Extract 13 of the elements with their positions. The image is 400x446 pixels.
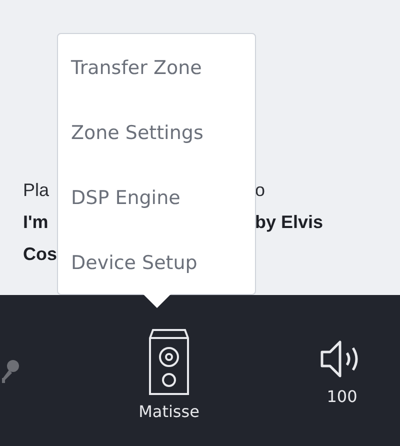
zone-name: Matisse bbox=[138, 402, 200, 421]
menu-item[interactable]: DSP Engine bbox=[58, 184, 255, 249]
menu-item[interactable]: Transfer Zone bbox=[58, 54, 255, 119]
menu-item[interactable]: Device Setup bbox=[58, 249, 255, 314]
track-title-text: I'm bbox=[23, 212, 48, 232]
playing-label: o bbox=[255, 180, 266, 200]
microphone-icon[interactable] bbox=[0, 359, 20, 383]
track-title-text: Cos bbox=[23, 244, 58, 264]
track-title-text: by Elvis bbox=[255, 212, 324, 232]
speaker-icon[interactable] bbox=[148, 328, 190, 396]
menu-item[interactable]: Zone Settings bbox=[58, 119, 255, 184]
volume-level: 100 bbox=[326, 387, 358, 406]
playing-label: Pla bbox=[23, 180, 50, 200]
